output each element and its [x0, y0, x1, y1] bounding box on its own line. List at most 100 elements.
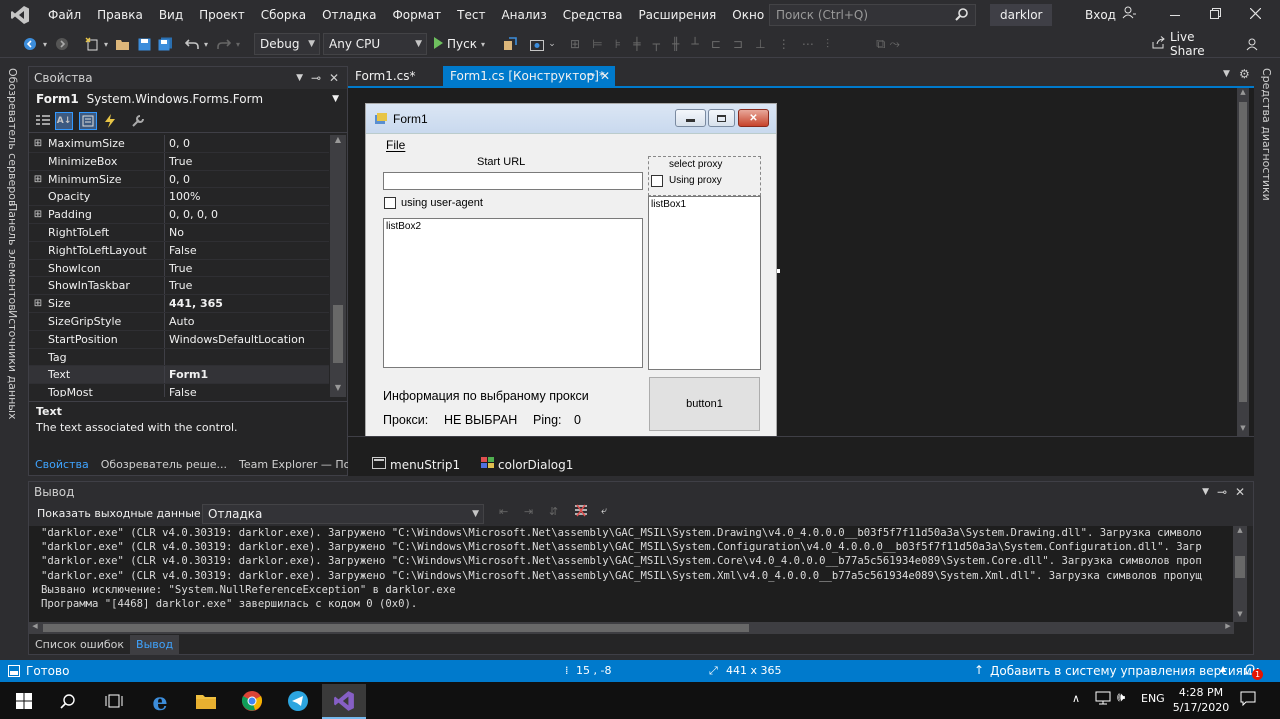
- property-value[interactable]: True: [165, 153, 329, 170]
- pin-icon[interactable]: ⊸: [311, 67, 321, 89]
- properties-view-icon[interactable]: [79, 112, 97, 130]
- tray-colordialog[interactable]: colorDialog1: [481, 457, 573, 472]
- close-icon[interactable]: ✕: [329, 67, 339, 89]
- tab-toolbox[interactable]: Панель элементов: [6, 203, 19, 311]
- property-row[interactable]: SizeGripStyle Auto: [29, 312, 329, 331]
- menu-item[interactable]: Тест: [449, 0, 493, 30]
- property-value[interactable]: 100%: [165, 188, 329, 205]
- property-value[interactable]: True: [165, 277, 329, 294]
- config-select[interactable]: Debug ▼: [254, 33, 320, 55]
- start-button[interactable]: Пуск ▾: [433, 35, 493, 53]
- form-minimize-button[interactable]: [675, 109, 706, 127]
- property-value[interactable]: 0, 0, 0, 0: [165, 206, 329, 223]
- property-value[interactable]: 441, 365: [165, 295, 329, 312]
- goto-next-icon[interactable]: ⇥: [524, 505, 533, 518]
- property-row[interactable]: MinimizeBox True: [29, 152, 329, 171]
- pin-icon[interactable]: ⊸: [1217, 482, 1227, 502]
- property-pages-icon[interactable]: [129, 112, 147, 130]
- property-row[interactable]: TopMost False: [29, 384, 329, 397]
- menu-item[interactable]: Средства: [555, 0, 631, 30]
- output-hscrollbar[interactable]: ◀ ▶: [29, 622, 1234, 634]
- chevron-up-icon[interactable]: ▲: [1220, 664, 1226, 673]
- menu-item[interactable]: Формат: [384, 0, 449, 30]
- property-value[interactable]: [165, 349, 329, 366]
- undo-icon[interactable]: [184, 35, 200, 53]
- listbox2[interactable]: listBox2: [383, 218, 643, 368]
- user-agent-checkbox[interactable]: [384, 197, 396, 209]
- new-project-icon[interactable]: [84, 35, 100, 53]
- output-source-select[interactable]: Отладка ▼: [202, 504, 484, 524]
- close-icon[interactable]: ✕: [1235, 482, 1245, 502]
- scroll-thumb[interactable]: [333, 305, 343, 363]
- property-row[interactable]: StartPosition WindowsDefaultLocation: [29, 330, 329, 349]
- output-vscrollbar[interactable]: ▲ ▼: [1233, 526, 1247, 622]
- new-dropdown-icon[interactable]: ▾: [102, 35, 110, 53]
- vs-logo-icon[interactable]: [0, 0, 40, 30]
- start-url-input[interactable]: [383, 172, 643, 190]
- menu-item[interactable]: Файл: [40, 0, 89, 30]
- output-text[interactable]: "darklor.exe" (CLR v4.0.30319: darklor.e…: [29, 526, 1234, 622]
- redo-icon[interactable]: [216, 35, 232, 53]
- scroll-thumb[interactable]: [43, 624, 749, 632]
- tray-menustrip[interactable]: menuStrip1: [372, 457, 460, 472]
- property-value[interactable]: 0, 0: [165, 171, 329, 188]
- scroll-down-icon[interactable]: ▼: [1237, 424, 1249, 436]
- menu-item[interactable]: Анализ: [493, 0, 554, 30]
- live-share-button[interactable]: Live Share: [1152, 30, 1228, 58]
- search-icon[interactable]: [50, 684, 86, 718]
- menu-item[interactable]: Вид: [151, 0, 191, 30]
- undo-dropdown-icon[interactable]: ▾: [202, 35, 210, 53]
- object-selector[interactable]: Form1 System.Windows.Forms.Form ▼: [29, 89, 347, 109]
- close-button[interactable]: [1235, 0, 1275, 30]
- platform-select[interactable]: Any CPU ▼: [323, 33, 427, 55]
- open-folder-icon[interactable]: [114, 35, 130, 53]
- menu-item[interactable]: Сборка: [253, 0, 314, 30]
- button1[interactable]: button1: [649, 377, 760, 431]
- property-row[interactable]: ShowIcon True: [29, 259, 329, 278]
- tab-output[interactable]: Вывод: [130, 635, 180, 655]
- designer-vscrollbar[interactable]: ▲ ▼: [1237, 88, 1249, 436]
- volume-icon[interactable]: 🕪: [1117, 690, 1125, 705]
- menu-item[interactable]: Отладка: [314, 0, 384, 30]
- file-explorer-icon[interactable]: [188, 684, 224, 718]
- tab-data-sources[interactable]: Источники данных: [6, 310, 19, 419]
- scroll-up-icon[interactable]: ▲: [330, 135, 346, 149]
- form1-window[interactable]: Form1 ✕ File Start URL using user-agent …: [365, 103, 777, 437]
- tab-diagnostic-tools[interactable]: Средства диагностики: [1260, 68, 1273, 201]
- property-row[interactable]: ShowInTaskbar True: [29, 277, 329, 296]
- feedback-icon[interactable]: [1245, 35, 1261, 53]
- expand-icon[interactable]: ⊞: [29, 206, 47, 223]
- login-button[interactable]: Вход: [1085, 0, 1136, 30]
- scroll-up-icon[interactable]: ▲: [1233, 526, 1247, 538]
- tab-list-icon[interactable]: ▼: [1223, 69, 1230, 79]
- menu-item[interactable]: Проект: [191, 0, 253, 30]
- panel-menu-icon[interactable]: ▼: [296, 67, 303, 89]
- language-indicator[interactable]: ENG: [1141, 692, 1165, 705]
- find-icon[interactable]: ⇵: [549, 505, 558, 518]
- word-wrap-icon[interactable]: ⤶: [601, 504, 607, 518]
- forward-icon[interactable]: [54, 35, 70, 53]
- panel-menu-icon[interactable]: ▼: [1202, 482, 1209, 502]
- back-dropdown-icon[interactable]: ▾: [40, 35, 50, 53]
- expand-icon[interactable]: ⊞: [29, 171, 47, 188]
- property-row[interactable]: ⊞ MaximumSize 0, 0: [29, 135, 329, 153]
- menu-item[interactable]: Расширения: [630, 0, 724, 30]
- windows-start-icon[interactable]: [6, 684, 42, 718]
- back-icon[interactable]: [22, 35, 38, 53]
- property-row[interactable]: Tag: [29, 348, 329, 367]
- property-value[interactable]: True: [165, 260, 329, 277]
- network-icon[interactable]: [1095, 691, 1111, 708]
- scroll-thumb[interactable]: [1235, 556, 1245, 578]
- scroll-down-icon[interactable]: ▼: [1233, 610, 1247, 622]
- menu-file[interactable]: File: [386, 138, 405, 152]
- form-close-button[interactable]: ✕: [738, 109, 769, 127]
- gear-icon[interactable]: ⚙: [1239, 67, 1250, 81]
- redo-dropdown-icon[interactable]: ▾: [234, 35, 242, 53]
- using-proxy-checkbox[interactable]: [651, 175, 663, 187]
- categorized-icon[interactable]: [34, 112, 52, 130]
- tab-server-explorer[interactable]: Обозреватель серверов: [6, 68, 19, 206]
- form-maximize-button[interactable]: [708, 109, 735, 127]
- screenshot-icon[interactable]: [529, 35, 545, 53]
- property-row[interactable]: ⊞ MinimumSize 0, 0: [29, 170, 329, 189]
- scroll-thumb[interactable]: [1239, 102, 1247, 402]
